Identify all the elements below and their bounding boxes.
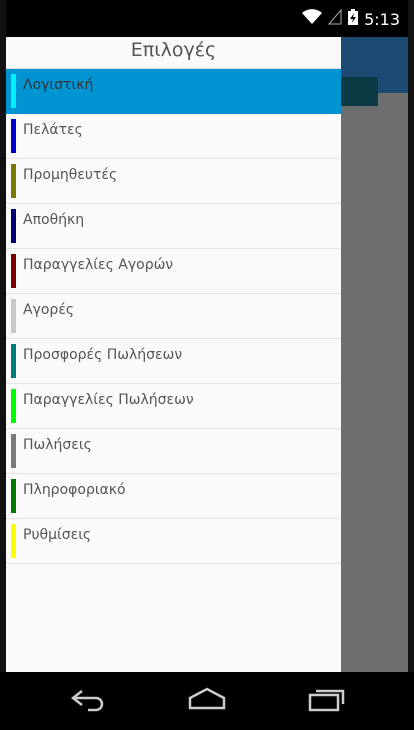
- wifi-icon: [302, 9, 323, 29]
- drawer-item-label: Πωλήσεις: [23, 437, 92, 453]
- recents-icon[interactable]: [306, 686, 346, 716]
- color-indicator: [11, 434, 16, 468]
- drawer-item-label: Προμηθευτές: [23, 167, 118, 183]
- drawer-item-label: Αγορές: [23, 302, 75, 318]
- color-indicator: [11, 164, 16, 198]
- drawer-item[interactable]: Παραγγελίες Αγορών: [6, 249, 341, 294]
- signal-empty-icon: [327, 8, 342, 29]
- drawer-item[interactable]: Παραγγελίες Πωλήσεων: [6, 384, 341, 429]
- battery-charging-icon: [348, 9, 359, 29]
- drawer-item-label: Λογιστική: [23, 77, 94, 93]
- color-indicator: [11, 74, 16, 108]
- app-action-button[interactable]: [335, 77, 378, 106]
- drawer-item[interactable]: Ρυθμίσεις: [6, 519, 341, 564]
- color-indicator: [11, 254, 16, 288]
- drawer-item-label: Προσφορές Πωλήσεων: [23, 347, 183, 363]
- color-indicator: [11, 524, 16, 558]
- status-time: 5:13: [364, 9, 400, 29]
- drawer-item[interactable]: Πελάτες: [6, 114, 341, 159]
- back-icon[interactable]: [68, 686, 108, 716]
- drawer-item-label: Αποθήκη: [23, 212, 85, 228]
- drawer-title: Επιλογές: [6, 37, 341, 69]
- color-indicator: [11, 344, 16, 378]
- drawer-item-label: Παραγγελίες Πωλήσεων: [23, 392, 194, 408]
- drawer-item-label: Παραγγελίες Αγορών: [23, 257, 174, 273]
- drawer-item[interactable]: Αποθήκη: [6, 204, 341, 249]
- drawer-item-label: Πελάτες: [23, 122, 83, 138]
- color-indicator: [11, 119, 16, 153]
- bezel-right: [408, 0, 414, 730]
- color-indicator: [11, 209, 16, 243]
- drawer-item[interactable]: Λογιστική: [6, 69, 341, 114]
- color-indicator: [11, 389, 16, 423]
- drawer-menu: Λογιστική Πελάτες Προμηθευτές Αποθήκη Παραγγ…: [6, 69, 341, 564]
- drawer-item-label: Ρυθμίσεις: [23, 527, 92, 543]
- navigation-drawer: Επιλογές Λογιστική Πελάτες Προμηθευτές Αποθ…: [6, 37, 341, 672]
- drawer-item[interactable]: Πληροφοριακό: [6, 474, 341, 519]
- home-icon[interactable]: [186, 686, 228, 716]
- color-indicator: [11, 299, 16, 333]
- color-indicator: [11, 479, 16, 513]
- drawer-item[interactable]: Πωλήσεις: [6, 429, 341, 474]
- drawer-item[interactable]: Προμηθευτές: [6, 159, 341, 204]
- status-bar: 5:13: [0, 0, 414, 37]
- navigation-bar: [0, 672, 414, 730]
- drawer-item[interactable]: Προσφορές Πωλήσεων: [6, 339, 341, 384]
- drawer-item[interactable]: Αγορές: [6, 294, 341, 339]
- drawer-item-label: Πληροφοριακό: [23, 482, 126, 498]
